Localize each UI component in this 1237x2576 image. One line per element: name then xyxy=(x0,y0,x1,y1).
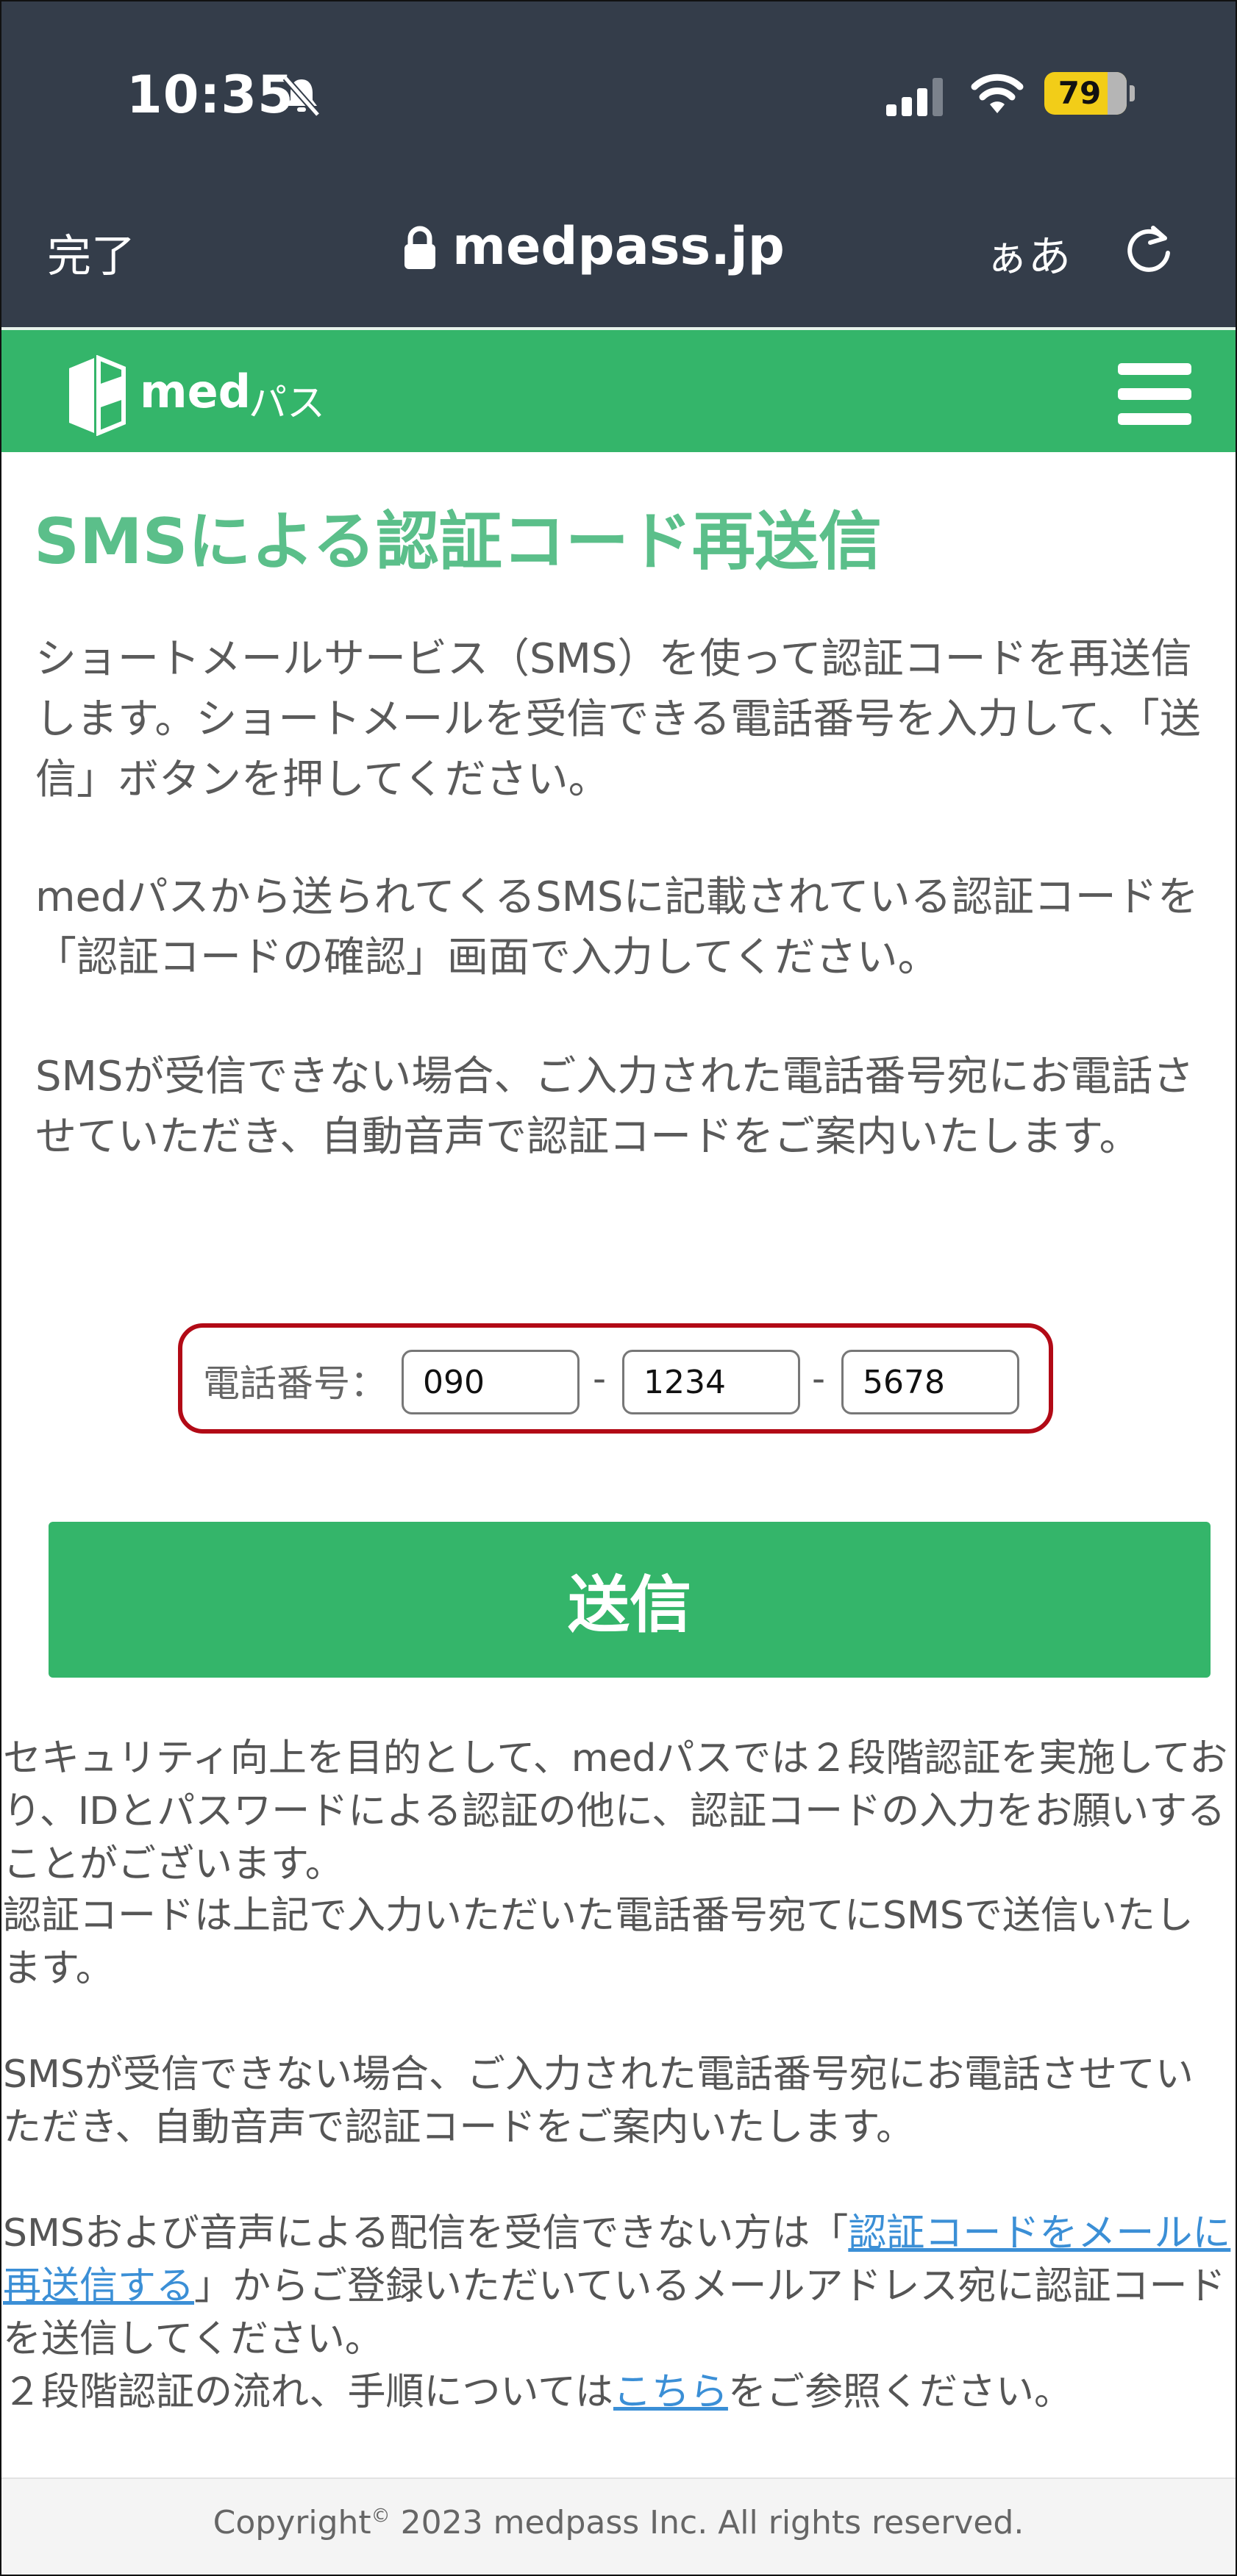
two-factor-guide-link[interactable]: こちら xyxy=(613,2370,728,2414)
reload-icon[interactable] xyxy=(1124,221,1177,273)
logo-text-pasu[interactable]: パス xyxy=(249,372,325,427)
phone-part-3-input[interactable] xyxy=(841,1350,1019,1414)
cellular-signal-icon xyxy=(886,78,943,116)
phone-separator: - xyxy=(593,1357,607,1400)
note-sms-send: 認証コードは上記で入力いただいた電話番号宛てにSMSで送信いたします。 xyxy=(3,1894,1194,1991)
menu-icon[interactable] xyxy=(1118,363,1191,425)
wifi-icon xyxy=(971,74,1024,113)
note-security: セキュリティ向上を目的として、medパスでは２段階認証を実施しており、IDとパス… xyxy=(3,1736,1228,1886)
done-button[interactable]: 完了 xyxy=(47,221,135,285)
phone-part-1-input[interactable] xyxy=(402,1350,580,1414)
submit-button[interactable]: 送信 xyxy=(49,1522,1211,1678)
page-title: SMSによる認証コード再送信 xyxy=(34,505,882,579)
intro-paragraph-3: SMSが受信できない場合、ご入力された電話番号宛にお電話させていただき、自動音声… xyxy=(35,1053,1194,1161)
phone-separator: - xyxy=(812,1357,826,1400)
note-two-factor-guide: ２段階認証の流れ、手順についてはこちらをご参照ください。 xyxy=(3,2370,1072,2414)
bell-muted-icon xyxy=(282,76,321,117)
copyright-text: Copyright© 2023 medpass Inc. All rights … xyxy=(213,2504,1024,2541)
address-bar-url[interactable]: medpass.jp xyxy=(452,216,785,276)
phone-number-label: 電話番号： xyxy=(203,1362,387,1405)
lock-icon xyxy=(404,226,435,269)
battery-level: 79 xyxy=(1058,75,1102,111)
logo-text-med[interactable]: med xyxy=(140,365,251,418)
intro-paragraph-2: medパスから送られてくるSMSに記載されている認証コードを「認証コードの確認」… xyxy=(35,873,1199,981)
medpass-logo-icon[interactable] xyxy=(65,355,128,436)
phone-part-2-input[interactable] xyxy=(622,1350,800,1414)
note-voice-call: SMSが受信できない場合、ご入力された電話番号宛にお電話させていただき、自動音声… xyxy=(3,2053,1194,2150)
note-email-resend: SMSおよび音声による配信を受信できない方は「認証コードをメールに再送信する」か… xyxy=(3,2211,1231,2361)
text-size-button[interactable]: ぁあ xyxy=(985,222,1071,284)
intro-paragraph-1: ショートメールサービス（SMS）を使って認証コードを再送信します。ショートメール… xyxy=(35,635,1201,804)
status-time: 10:35 xyxy=(126,65,294,125)
